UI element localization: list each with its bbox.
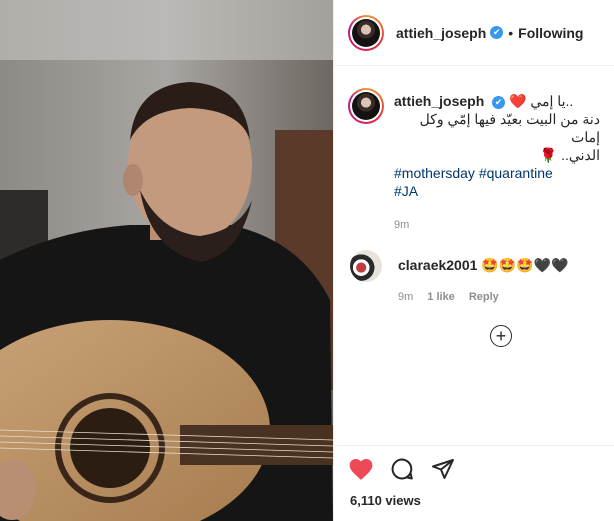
share-icon[interactable] bbox=[430, 457, 456, 481]
comment-likes[interactable]: 1 like bbox=[427, 288, 455, 306]
comment-meta: 9m 1 like Reply bbox=[398, 288, 600, 306]
post-header: attieh_joseph ✔ • Following bbox=[334, 0, 614, 66]
post-actions: 6,110 views bbox=[334, 445, 614, 521]
following-button[interactable]: Following bbox=[518, 25, 583, 41]
commenter-avatar[interactable] bbox=[350, 250, 382, 282]
comment-body: claraek2001 🤩🤩🤩🖤🖤 9m 1 like Reply bbox=[398, 246, 600, 306]
caption-author-username[interactable]: attieh_joseph bbox=[394, 93, 484, 109]
hashtags-line1[interactable]: #mothersday #quarantine bbox=[394, 164, 600, 182]
video-frame bbox=[0, 0, 333, 521]
caption-timestamp[interactable]: 9m bbox=[394, 216, 600, 234]
hashtags-line2[interactable]: #JA bbox=[394, 182, 600, 200]
verified-badge-icon: ✔ bbox=[490, 26, 504, 39]
caption-author-avatar[interactable] bbox=[348, 88, 384, 124]
author-username[interactable]: attieh_joseph bbox=[396, 25, 486, 41]
caption-body: attieh_joseph ✔ ..يا إمي ❤️ دنة من البيت… bbox=[394, 92, 600, 234]
post-media[interactable] bbox=[0, 0, 333, 521]
caption: attieh_joseph ✔ ..يا إمي ❤️ دنة من البيت… bbox=[334, 67, 614, 234]
comment-timestamp[interactable]: 9m bbox=[398, 288, 413, 306]
caption-text-line3: الدني.. 🌹 bbox=[539, 147, 600, 163]
comment-item: claraek2001 🤩🤩🤩🖤🖤 9m 1 like Reply bbox=[334, 234, 614, 306]
view-count[interactable]: 6,110 views bbox=[350, 493, 421, 508]
comments-section[interactable]: attieh_joseph ✔ ..يا إمي ❤️ دنة من البيت… bbox=[334, 67, 614, 446]
verified-badge-icon: ✔ bbox=[492, 95, 506, 109]
caption-text-line2: دنة من البيت بعيّد فيها إمّي وكل إمات bbox=[419, 111, 600, 145]
separator-dot: • bbox=[508, 24, 514, 41]
author-avatar[interactable] bbox=[348, 14, 384, 51]
reply-button[interactable]: Reply bbox=[469, 288, 499, 306]
caption-first-line: attieh_joseph ✔ ..يا إمي ❤️ bbox=[394, 92, 600, 110]
caption-text-line1: ..يا إمي ❤️ bbox=[509, 93, 574, 109]
heart-filled-icon[interactable] bbox=[348, 457, 374, 481]
comment-icon[interactable] bbox=[389, 457, 415, 481]
comment-text: 🤩🤩🤩🖤🖤 bbox=[481, 257, 569, 273]
plus-circle-icon[interactable]: + bbox=[490, 325, 512, 347]
instagram-post-view: attieh_joseph ✔ • Following attieh_josep… bbox=[0, 0, 614, 521]
action-icons bbox=[348, 457, 456, 481]
commenter-username[interactable]: claraek2001 bbox=[398, 257, 477, 273]
post-side-panel: attieh_joseph ✔ • Following attieh_josep… bbox=[333, 0, 614, 521]
